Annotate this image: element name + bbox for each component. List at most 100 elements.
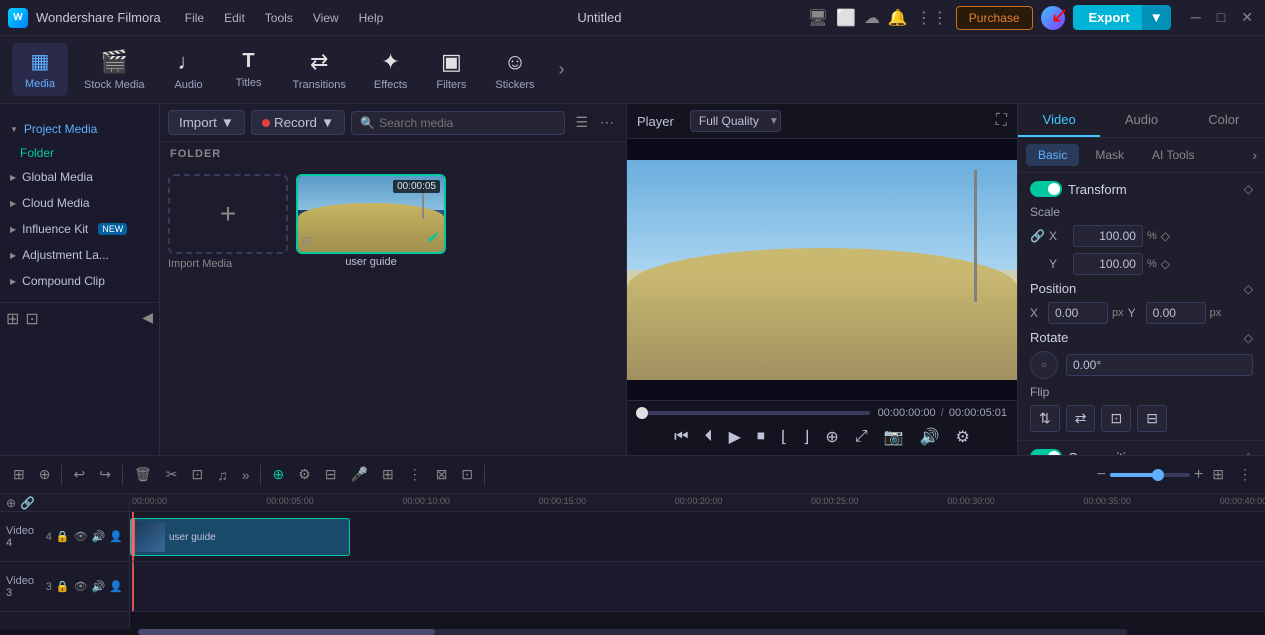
export-button[interactable]: Export (1073, 5, 1146, 30)
track-icon-solo[interactable]: 👤 (109, 530, 123, 543)
zoom-handle[interactable] (1152, 469, 1164, 481)
track-icon-lock-3[interactable]: 🔒 (56, 580, 70, 593)
menu-help[interactable]: Help (351, 7, 392, 29)
monitor-icon[interactable]: 🖥 (808, 8, 828, 28)
media-thumbnail[interactable]: 00:00:05 ⊞ ✔ (296, 174, 446, 254)
toolbar-more-button[interactable]: › (554, 59, 568, 80)
sidebar-folder[interactable]: Folder (0, 142, 159, 164)
record-button[interactable]: Record ▼ (251, 110, 345, 135)
flip-h-button[interactable]: ⇅ (1030, 405, 1060, 432)
pos-y-input[interactable] (1146, 302, 1206, 324)
sidebar-item-global-media[interactable]: ▶ Global Media (0, 164, 159, 190)
menu-edit[interactable]: Edit (216, 7, 253, 29)
sub-tab-ai-tools[interactable]: AI Tools (1140, 144, 1206, 166)
link-clips-icon[interactable]: 🔗 (20, 496, 35, 510)
filter-button[interactable]: ☰ (571, 112, 592, 133)
skip-back-button[interactable]: ⏮ (672, 426, 690, 448)
flip-copy-button[interactable]: ⊡ (1101, 405, 1131, 432)
snapshot-button[interactable]: 📷 (882, 425, 906, 449)
rotate-input[interactable] (1066, 354, 1253, 376)
toolbar-stickers[interactable]: ☺ Stickers (483, 43, 546, 97)
export-dropdown-button[interactable]: ▼ (1142, 5, 1171, 30)
crop-button[interactable]: ⊡ (186, 463, 208, 486)
fullscreen-preview-icon[interactable]: ⛶ (996, 112, 1007, 130)
add-video-track-button[interactable]: ⊞ (8, 463, 30, 486)
scrollbar-thumb[interactable] (138, 629, 435, 635)
zoom-out-button[interactable]: − (1097, 466, 1106, 484)
compositing-diamond[interactable]: ◇ (1244, 450, 1253, 455)
toolbar-audio[interactable]: ♩ Audio (161, 43, 217, 97)
audio-button[interactable]: 🔊 (918, 425, 942, 449)
settings-preview-button[interactable]: ⚙ (953, 425, 971, 449)
search-box[interactable]: 🔍 (351, 111, 565, 135)
maximize-button[interactable]: □ (1213, 9, 1229, 26)
mark-in-button[interactable]: ⌊ (779, 425, 789, 449)
toolbar-effects[interactable]: ✦ Effects (362, 43, 419, 97)
layout-icon[interactable]: ⬜ (836, 8, 856, 28)
scale-x-diamond[interactable]: ◇ (1161, 229, 1170, 243)
more-options-icon[interactable]: ⊡ (25, 309, 38, 329)
rotate-diamond[interactable]: ◇ (1244, 331, 1253, 345)
toolbar-media[interactable]: ▦ Media (12, 43, 68, 96)
tab-video[interactable]: Video (1018, 104, 1100, 137)
progress-bar[interactable] (637, 411, 870, 415)
grid-view-toggle[interactable]: ⊞ (1207, 463, 1229, 486)
close-button[interactable]: ✕ (1237, 9, 1257, 26)
track-icon-audio[interactable]: 🔊 (92, 530, 106, 543)
voiceover-button[interactable]: 🎤 (346, 463, 373, 486)
purchase-button[interactable]: Purchase (956, 6, 1033, 30)
marker-button[interactable]: ⊕ (267, 463, 289, 486)
cloud-upload-icon[interactable]: ☁ (864, 8, 880, 28)
rotate-dial[interactable]: ○ (1030, 351, 1058, 379)
clip-user-guide[interactable]: user guide (130, 518, 350, 556)
menu-view[interactable]: View (305, 7, 347, 29)
track-icon-audio-3[interactable]: 🔊 (92, 580, 106, 593)
import-button[interactable]: Import ▼ (168, 110, 245, 135)
track-icon-eye[interactable]: 👁 (74, 530, 88, 543)
sidebar-item-project-media[interactable]: ▼ Project Media (0, 116, 159, 142)
sub-tab-mask[interactable]: Mask (1083, 144, 1136, 166)
clip-replace-button[interactable]: ⊡ (456, 463, 478, 486)
add-folder-icon[interactable]: ⊞ (6, 309, 19, 329)
audio-detach-button[interactable]: ♫ (212, 464, 233, 486)
toolbar-stock-media[interactable]: 🎬 Stock Media (72, 43, 157, 97)
redo-button[interactable]: ↪ (94, 463, 116, 486)
sidebar-item-adjustment[interactable]: ▶ Adjustment La... (0, 242, 159, 268)
add-to-timeline-button[interactable]: ⊕ (823, 425, 840, 449)
add-track-icon[interactable]: ⊕ (6, 496, 16, 510)
audio-stretch-button[interactable]: ⊞ (377, 463, 399, 486)
transform-toggle-switch[interactable] (1030, 181, 1062, 197)
track-icon-lock[interactable]: 🔒 (56, 530, 70, 543)
zoom-slider[interactable] (1110, 473, 1190, 477)
collapse-icon[interactable]: ◀ (142, 309, 153, 329)
toolbar-transitions[interactable]: ⇄ Transitions (281, 43, 358, 97)
scale-y-input[interactable] (1073, 253, 1143, 275)
sub-tab-more-icon[interactable]: › (1252, 147, 1257, 163)
scale-link-icon[interactable]: 🔗 (1030, 229, 1045, 243)
pos-x-input[interactable] (1048, 302, 1108, 324)
progress-handle[interactable] (636, 407, 648, 419)
sidebar-item-compound-clip[interactable]: ▶ Compound Clip (0, 268, 159, 294)
cut-button[interactable]: ✂ (161, 463, 183, 486)
transform-diamond-icon[interactable]: ◇ (1244, 182, 1253, 196)
sub-tab-basic[interactable]: Basic (1026, 144, 1079, 166)
stop-button[interactable]: ⏹ (755, 426, 767, 448)
notification-icon[interactable]: 🔔 (888, 8, 908, 28)
track-icon-solo-3[interactable]: 👤 (109, 580, 123, 593)
position-diamond[interactable]: ◇ (1244, 282, 1253, 296)
search-input[interactable] (379, 116, 556, 130)
motion-track-button[interactable]: ⊠ (431, 463, 453, 486)
add-audio-track-button[interactable]: ⊕ (34, 463, 56, 486)
grid-icon[interactable]: ⋮⋮ (916, 8, 948, 28)
delete-button[interactable]: 🗑 (129, 463, 157, 486)
track-icon-eye-3[interactable]: 👁 (74, 580, 88, 593)
menu-tools[interactable]: Tools (257, 7, 301, 29)
more-button[interactable]: ⋯ (596, 112, 618, 133)
scale-y-diamond[interactable]: ◇ (1161, 257, 1170, 271)
compositing-toggle-switch[interactable] (1030, 449, 1062, 455)
tab-color[interactable]: Color (1183, 104, 1265, 137)
quality-select[interactable]: Full Quality 1/2 Quality 1/4 Quality (690, 110, 781, 132)
more-effects-button[interactable]: » (237, 464, 255, 486)
menu-file[interactable]: File (177, 7, 212, 29)
sidebar-item-cloud-media[interactable]: ▶ Cloud Media (0, 190, 159, 216)
